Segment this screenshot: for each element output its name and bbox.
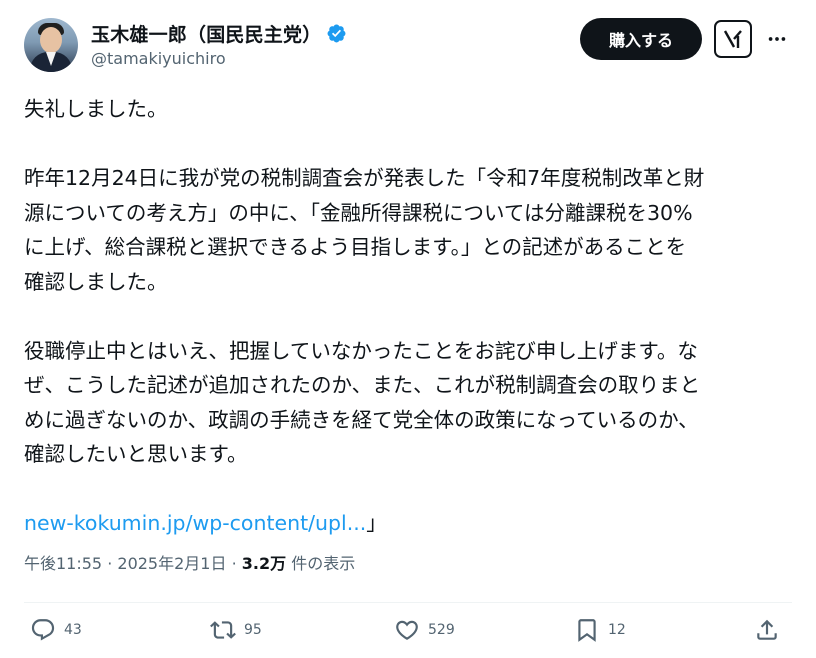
bookmark-icon [578,619,596,642]
link-suffix: 」 [366,511,387,535]
post-time[interactable]: 午後11:55 [24,554,102,573]
reply-button[interactable]: 43 [30,617,82,643]
view-count-label: 件の表示 [286,554,356,573]
buy-button[interactable]: 購入する [580,18,702,60]
author-name-row: 玉木雄一郎（国民民主党） [91,20,347,47]
post-line: 失礼しました。 [24,97,168,121]
meta-separator: · [226,554,242,573]
bookmark-count: 12 [608,622,626,638]
avatar[interactable] [24,18,78,72]
post-meta: 午後11:55 · 2025年2月1日 · 3.2万 件の表示 [24,550,355,574]
post-line: 昨年12月24日に我が党の税制調査会が発表した「令和7年度税制改革と財 [24,166,705,190]
share-icon [757,619,777,640]
post-line: 確認しました。 [24,269,168,294]
grok-logo-icon [723,30,742,48]
post-line: 源についての考え方」の中に、「金融所得課税については分離課税を30% [24,200,693,225]
meta-separator: · [102,554,118,573]
divider [24,602,792,603]
post-line: 確認したいと思います。 [24,442,248,466]
heart-icon [396,620,418,640]
bookmark-button[interactable]: 12 [574,617,626,643]
post-line: ぜ、こうした記述が追加されたのか、また、これが税制調査会の取りまと [24,373,701,397]
grok-icon[interactable] [714,20,752,58]
author-display-name[interactable]: 玉木雄一郎（国民民主党） [91,20,321,47]
share-button[interactable] [754,617,780,643]
reply-icon [31,619,55,641]
repost-count: 95 [244,622,262,638]
author-handle[interactable]: @tamakiyuichiro [91,49,226,68]
repost-button[interactable]: 95 [210,617,262,643]
repost-icon [210,621,236,639]
verified-badge-icon [327,24,346,43]
post-line: に上げ、総合課税と選択できるよう目指します。」との記述があることを [24,235,687,259]
post-date[interactable]: 2025年2月1日 [117,554,226,573]
post-text: 失礼しました。 昨年12月24日に我が党の税制調査会が発表した「令和7年度税制改… [24,92,794,541]
reply-count: 43 [64,622,82,638]
post-link-line: new-kokumin.jp/wp-content/upl...」 [24,506,794,541]
view-count: 3.2万 [241,554,287,573]
post-link[interactable]: new-kokumin.jp/wp-content/upl... [24,511,366,535]
post-line: 役職停止中とはいえ、把握していなかったことをお詫び申し上げます。な [24,338,698,363]
more-options-icon[interactable] [762,24,792,54]
post-line: めに過ぎないのか、政調の手続きを経て党全体の政策になっているのか、 [24,407,699,432]
like-count: 529 [428,622,455,638]
post-header: 玉木雄一郎（国民民主党） @tamakiyuichiro 購入する [24,18,792,74]
action-bar: 43 95 529 12 [24,617,792,651]
like-button[interactable]: 529 [394,617,455,643]
